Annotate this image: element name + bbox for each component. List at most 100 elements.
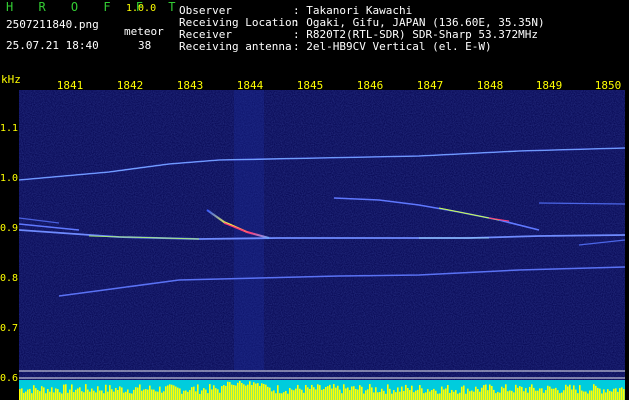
- level-bar: [101, 390, 103, 400]
- level-bar: [611, 391, 613, 400]
- level-bar: [199, 393, 201, 400]
- level-bar: [517, 387, 519, 400]
- level-bar: [187, 391, 189, 400]
- level-bar: [127, 389, 129, 400]
- level-bar: [465, 393, 467, 400]
- level-bar: [117, 389, 119, 400]
- level-bar: [179, 388, 181, 400]
- level-bar: [389, 388, 391, 400]
- level-bar: [383, 390, 385, 400]
- level-bar: [167, 385, 169, 400]
- level-bar: [455, 390, 457, 400]
- level-bar: [287, 393, 289, 400]
- level-bar: [151, 389, 153, 400]
- level-bar: [593, 384, 595, 400]
- level-bar: [367, 389, 369, 400]
- level-bar: [183, 390, 185, 400]
- level-bar: [129, 393, 131, 400]
- level-bar: [195, 391, 197, 400]
- level-bar: [549, 386, 551, 400]
- level-bar: [321, 389, 323, 400]
- level-bar: [443, 389, 445, 400]
- level-bar: [283, 392, 285, 400]
- y-tick-label: 0.7: [0, 323, 19, 334]
- axis-unit-label: kHz: [1, 73, 21, 86]
- level-bar: [139, 384, 141, 400]
- level-bar: [63, 384, 65, 400]
- level-bar: [447, 384, 449, 400]
- level-bar: [423, 393, 425, 400]
- level-bar: [153, 389, 155, 400]
- level-bar: [613, 388, 615, 400]
- level-bar: [507, 391, 509, 400]
- level-bar: [201, 390, 203, 400]
- level-bar: [449, 392, 451, 400]
- level-bar: [469, 391, 471, 400]
- level-bar: [73, 392, 75, 400]
- level-bar: [191, 387, 193, 400]
- level-bar: [583, 391, 585, 400]
- level-bar: [487, 390, 489, 400]
- level-bar: [373, 392, 375, 400]
- level-bar: [587, 393, 589, 400]
- level-bar: [23, 392, 25, 400]
- level-bar: [503, 388, 505, 400]
- level-bar: [581, 390, 583, 400]
- level-bar: [99, 390, 101, 400]
- level-bar: [173, 385, 175, 400]
- level-bar: [501, 386, 503, 400]
- level-bar: [77, 388, 79, 400]
- level-bar: [599, 388, 601, 400]
- level-bar: [231, 384, 233, 400]
- level-bar: [161, 392, 163, 400]
- level-bar: [163, 391, 165, 400]
- image-filename: 2507211840.png: [6, 18, 99, 31]
- level-bar: [579, 385, 581, 400]
- level-bar: [197, 384, 199, 400]
- level-bar: [471, 390, 473, 400]
- level-bar: [571, 389, 573, 400]
- level-bar: [453, 391, 455, 400]
- level-bar: [135, 387, 137, 400]
- level-bar: [429, 391, 431, 400]
- level-bar: [221, 386, 223, 400]
- level-bar: [427, 389, 429, 400]
- level-bar: [249, 381, 251, 400]
- level-bar: [425, 392, 427, 400]
- level-bar: [379, 391, 381, 400]
- level-bar: [157, 391, 159, 400]
- level-bar: [485, 384, 487, 400]
- level-bar: [311, 384, 313, 400]
- level-bar: [119, 386, 121, 400]
- level-bar: [355, 388, 357, 400]
- level-bar: [481, 387, 483, 400]
- level-bar: [553, 388, 555, 400]
- level-bar: [537, 390, 539, 400]
- level-bar: [353, 386, 355, 400]
- level-bar: [323, 389, 325, 400]
- level-bar: [29, 388, 31, 400]
- level-bar: [341, 393, 343, 400]
- level-bar: [541, 388, 543, 400]
- level-bar: [49, 391, 51, 400]
- level-bar: [137, 387, 139, 400]
- level-bar: [47, 389, 49, 400]
- level-bar: [21, 388, 23, 400]
- level-bar: [607, 389, 609, 400]
- level-bar: [211, 389, 213, 400]
- level-bar: [543, 392, 545, 400]
- level-bar: [277, 385, 279, 400]
- level-bar: [459, 392, 461, 400]
- level-bar: [445, 388, 447, 400]
- plot-noise: [19, 90, 625, 400]
- y-tick-label: 0.8: [0, 273, 19, 284]
- capture-datetime: 25.07.21 18:40: [6, 39, 99, 52]
- level-bar: [509, 390, 511, 400]
- level-bar: [31, 393, 33, 400]
- level-bar: [371, 387, 373, 400]
- level-bar: [165, 386, 167, 400]
- level-bar: [555, 387, 557, 400]
- level-bar: [43, 387, 45, 400]
- level-bar: [303, 392, 305, 400]
- level-bar: [545, 390, 547, 400]
